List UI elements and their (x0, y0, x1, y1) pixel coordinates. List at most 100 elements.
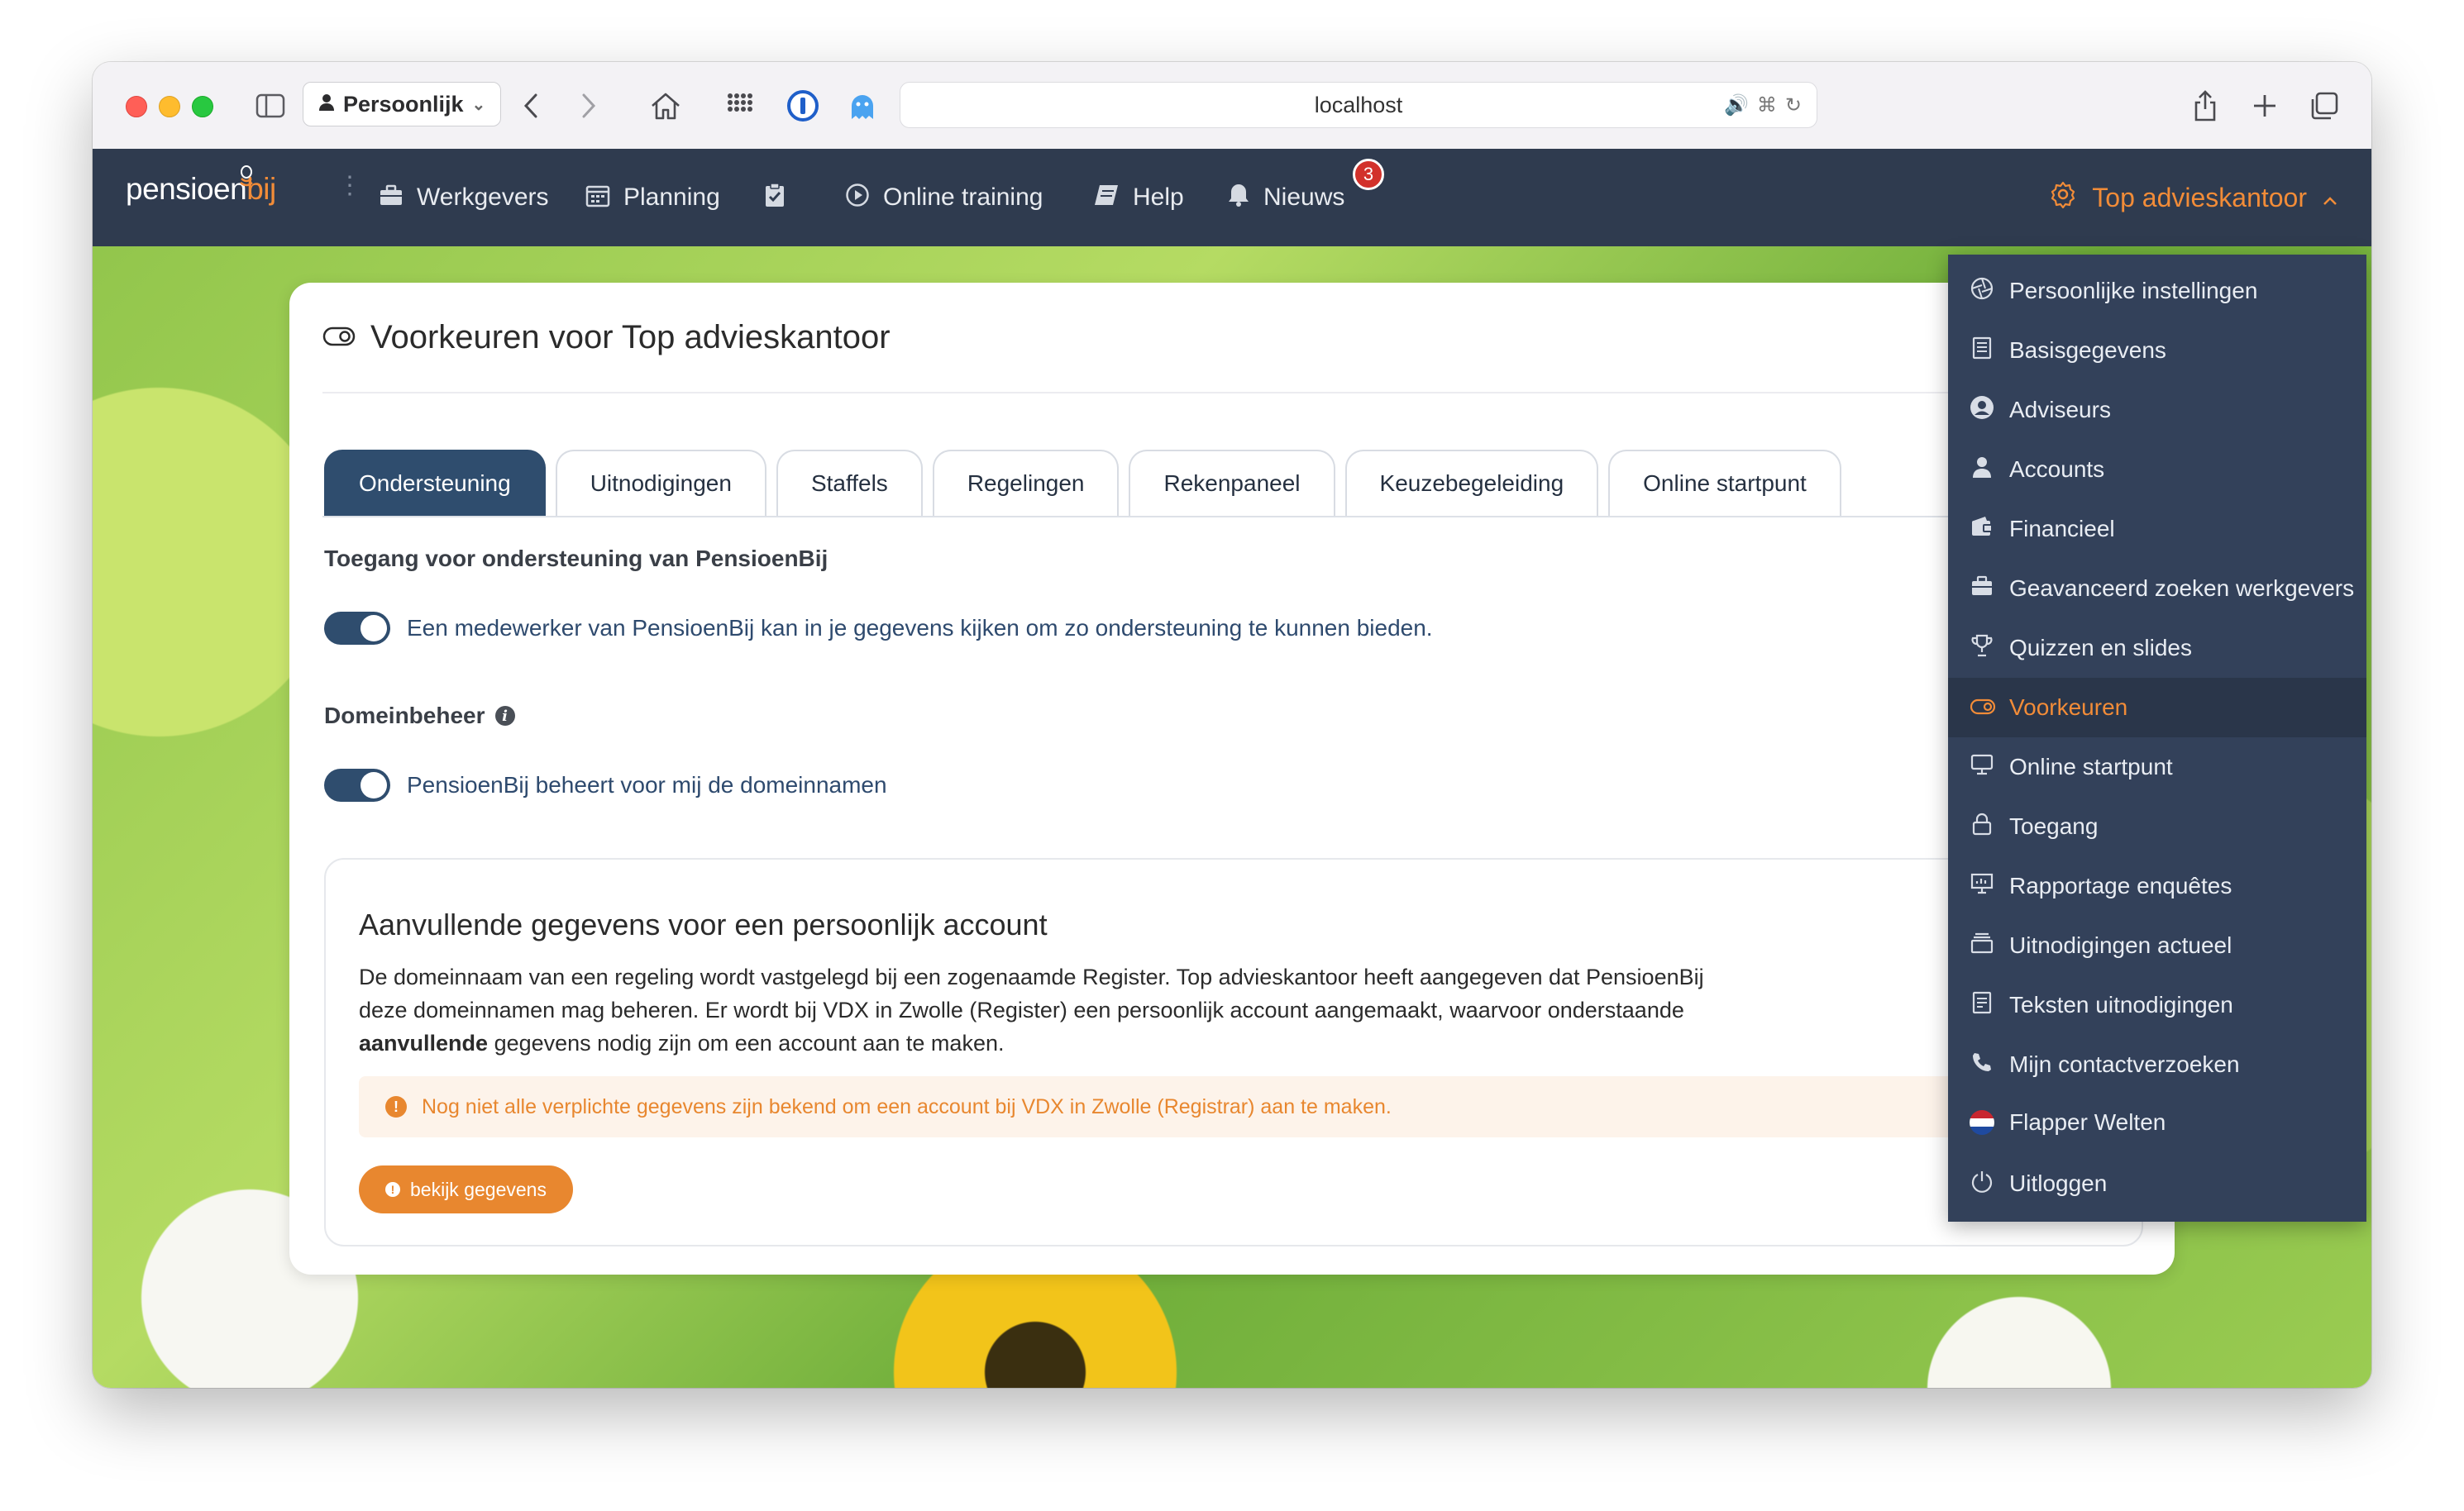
menu-item-uitloggen[interactable]: Uitloggen (1948, 1154, 2366, 1213)
exclamation-icon: ! (385, 1096, 407, 1118)
file-text-icon (1970, 991, 1994, 1020)
wallet-icon (1970, 516, 1994, 543)
menu-item-flapper-welten[interactable]: Flapper Welten (1948, 1093, 2366, 1152)
chevron-down-icon: ⌄ (471, 95, 486, 114)
person-icon (318, 92, 335, 117)
password-manager-icon[interactable] (784, 87, 822, 125)
menu-item-financieel[interactable]: Financieel (1948, 499, 2366, 559)
menu-label: Rapportage enquêtes (2009, 873, 2232, 898)
domain-management-toggle[interactable] (324, 769, 390, 802)
account-label: Top advieskantoor (2092, 182, 2307, 212)
nav-online-training-label: Online training (883, 184, 1043, 211)
tab-online-startpunt[interactable]: Online startpunt (1608, 450, 1841, 516)
menu-item-online-startpunt[interactable]: Online startpunt (1948, 737, 2366, 797)
menu-item-accounts[interactable]: Accounts (1948, 440, 2366, 499)
menu-label: Geavanceerd zoeken werkgevers (2009, 575, 2355, 601)
ghost-extension-icon[interactable] (843, 87, 881, 125)
news-count-badge: 3 (1353, 159, 1384, 190)
minimize-window-button[interactable] (159, 96, 180, 117)
support-access-toggle[interactable] (324, 612, 390, 645)
reload-icon[interactable]: ↻ (1785, 93, 1802, 117)
browser-toolbar: Persoonlijk ⌄ localhost 🔊 ⌘ ↻ (93, 62, 2371, 150)
nl-flag-icon (1970, 1110, 1994, 1135)
grid-icon[interactable] (721, 87, 759, 125)
close-window-button[interactable] (126, 96, 147, 117)
presentation-icon (1970, 872, 1994, 901)
menu-item-mijn-contactverzoeken[interactable]: Mijn contactverzoeken (1948, 1035, 2366, 1094)
nav-werkgevers[interactable]: Werkgevers (379, 174, 549, 222)
tab-keuzebegeleiding[interactable]: Keuzebegeleiding (1344, 450, 1599, 516)
warning-alert: ! Nog niet alle verplichte gegevens zijn… (359, 1076, 2112, 1137)
nav-planning-label: Planning (623, 184, 720, 211)
nav-planning[interactable]: Planning (585, 174, 720, 222)
briefcase-icon (379, 184, 404, 212)
menu-item-persoonlijke-instellingen[interactable]: Persoonlijke instellingen (1948, 261, 2366, 321)
speaker-icon[interactable]: 🔊 (1724, 93, 1749, 117)
briefcase-icon (1970, 575, 1994, 603)
app-navbar: pensioenbij ⋮ Werkgevers Planning Online… (93, 149, 2371, 246)
address-text: localhost (1314, 92, 1403, 117)
document-icon (1970, 336, 1994, 365)
nav-nieuws[interactable]: Nieuws (1227, 174, 1344, 222)
divider (322, 392, 2142, 393)
menu-item-uitnodigingen-actueel[interactable]: Uitnodigingen actueel (1948, 916, 2366, 975)
clipboard-check-icon (764, 182, 786, 213)
tab-ondersteuning[interactable]: Ondersteuning (324, 450, 546, 516)
menu-item-toegang[interactable]: Toegang (1948, 797, 2366, 856)
aperture-icon (1970, 277, 1994, 306)
menu-label: Uitloggen (2009, 1170, 2108, 1196)
tab-rekenpaneel[interactable]: Rekenpaneel (1129, 450, 1335, 516)
tab-regelingen[interactable]: Regelingen (932, 450, 1120, 516)
menu-label: Quizzen en slides (2009, 635, 2193, 660)
phone-icon (1970, 1051, 1994, 1079)
menu-label: Teksten uitnodigingen (2009, 992, 2233, 1018)
tab-uitnodigingen[interactable]: Uitnodigingen (555, 450, 766, 516)
new-tab-icon[interactable] (2246, 87, 2284, 125)
account-menu-toggle[interactable]: Top advieskantoor (2049, 174, 2338, 222)
support-heading-text: Toegang voor ondersteuning van PensioenB… (324, 546, 828, 571)
gear-icon (2049, 180, 2077, 215)
details-text-bold: aanvullende (359, 1031, 489, 1056)
menu-item-basisgegevens[interactable]: Basisgegevens (1948, 321, 2366, 380)
nav-help[interactable]: Help (1093, 174, 1184, 222)
monitor-icon (1970, 754, 1994, 781)
details-text-part2: gegevens nodig zijn om een account aan t… (488, 1031, 1005, 1056)
address-bar[interactable]: localhost 🔊 ⌘ ↻ (900, 82, 1817, 128)
menu-label: Accounts (2009, 456, 2105, 482)
bell-icon (1227, 183, 1250, 213)
menu-item-voorkeuren[interactable]: Voorkeuren (1948, 678, 2366, 737)
menu-label: Mijn contactverzoeken (2009, 1051, 2240, 1077)
menu-item-teksten-uitnodigingen[interactable]: Teksten uitnodigingen (1948, 975, 2366, 1035)
menu-item-quizzen-en-slides[interactable]: Quizzen en slides (1948, 618, 2366, 678)
domain-toggle-row: PensioenBij beheert voor mij de domeinna… (324, 769, 887, 802)
address-bar-icons: 🔊 ⌘ ↻ (1724, 83, 1802, 127)
menu-item-geavanceerd-zoeken[interactable]: Geavanceerd zoeken werkgevers (1948, 559, 2366, 618)
more-vertical-icon[interactable]: ⋮ (337, 174, 362, 198)
share-icon[interactable] (2186, 87, 2224, 125)
tab-staffels[interactable]: Staffels (776, 450, 923, 516)
sidebar-toggle-icon[interactable] (251, 87, 289, 125)
zoom-window-button[interactable] (192, 96, 213, 117)
tab-overview-icon[interactable] (2305, 87, 2343, 125)
nav-online-training[interactable]: Online training (845, 174, 1043, 222)
menu-label: Flapper Welten (2009, 1109, 2166, 1135)
home-icon[interactable] (647, 87, 685, 125)
menu-label: Voorkeuren (2009, 694, 2128, 720)
play-circle-icon (845, 183, 870, 213)
info-icon[interactable]: i (494, 706, 515, 726)
menu-item-adviseurs[interactable]: Adviseurs (1948, 380, 2366, 440)
inbox-icon (1970, 932, 1994, 960)
nav-tasks[interactable] (764, 174, 786, 222)
additional-details-title: Aanvullende gegevens voor een persoonlij… (359, 908, 1048, 941)
view-details-button[interactable]: ! bekijk gegevens (359, 1165, 573, 1213)
translate-icon[interactable]: ⌘ (1757, 93, 1777, 117)
menu-label: Uitnodigingen actueel (2009, 932, 2232, 958)
toggle-icon (322, 322, 356, 353)
menu-item-rapportage-enquetes[interactable]: Rapportage enquêtes (1948, 856, 2366, 916)
user-circle-icon (1970, 395, 1994, 426)
profile-selector[interactable]: Persoonlijk ⌄ (303, 82, 502, 126)
back-icon[interactable] (514, 87, 547, 125)
exclamation-icon: ! (385, 1182, 400, 1197)
forward-icon[interactable] (572, 87, 605, 125)
menu-label: Online startpunt (2009, 754, 2173, 779)
